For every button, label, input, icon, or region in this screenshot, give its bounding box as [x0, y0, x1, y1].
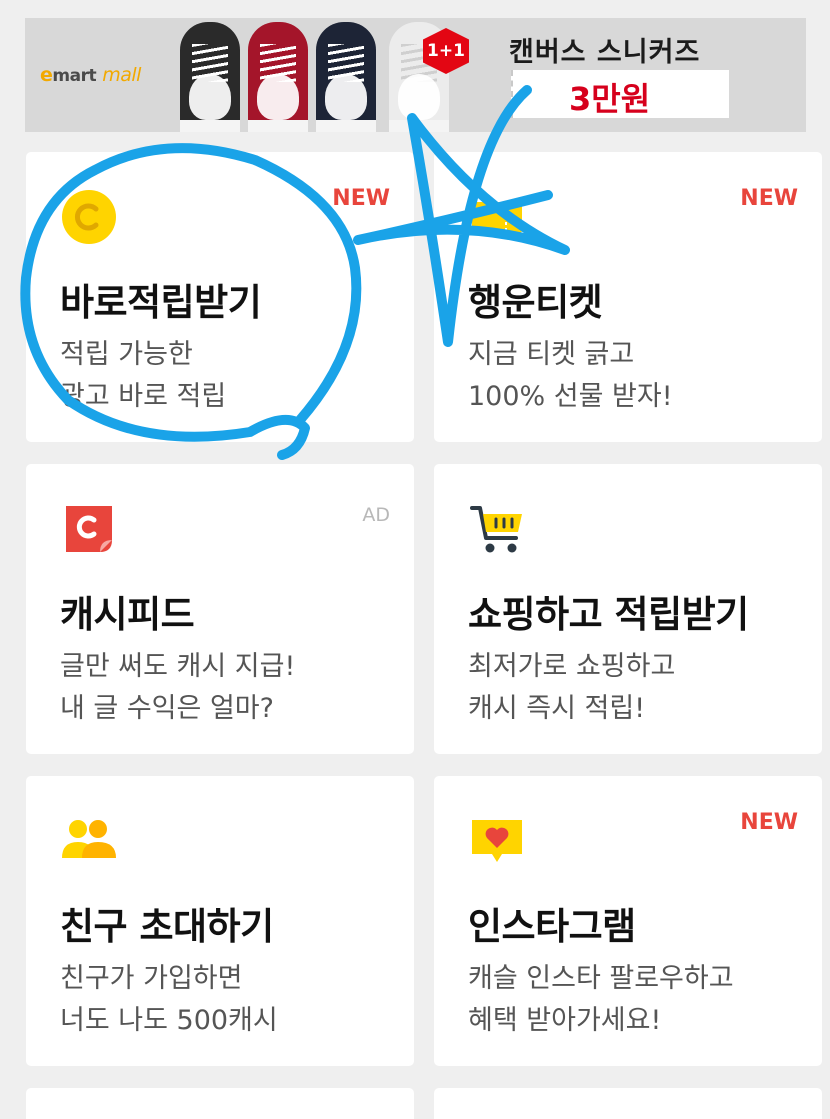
- coin-icon: [62, 190, 116, 244]
- new-badge: NEW: [740, 810, 798, 835]
- card-description: 지금 티켓 긁고 100% 선물 받자!: [468, 339, 673, 412]
- card-title: 쇼핑하고 적립받기: [468, 593, 749, 636]
- card-title: 친구 초대하기: [60, 905, 274, 948]
- banner-title: 캔버스 스니커즈: [509, 37, 701, 68]
- friends-icon: [62, 820, 116, 858]
- new-badge: NEW: [332, 186, 390, 211]
- card-description: 캐슬 인스타 팔로우하고 혜택 받아가세요!: [468, 963, 734, 1036]
- ticket-icon: [472, 202, 522, 234]
- card-title: 행운티켓: [468, 281, 603, 324]
- shopping-cart-icon: [470, 506, 522, 553]
- shoe-black-image: [180, 22, 240, 132]
- card-description: 적립 가능한 광고 바로 적립: [60, 339, 227, 412]
- banner-price: 3만원: [569, 80, 651, 118]
- card-instagram[interactable]: NEW 인스타그램 캐슬 인스타 팔로우하고 혜택 받아가세요!: [434, 776, 822, 1066]
- card-description: 최저가로 쇼핑하고 캐시 즉시 적립!: [468, 651, 676, 724]
- card-description: 글만 써도 캐시 지급! 내 글 수익은 얼마?: [60, 651, 296, 724]
- card-title: 캐시피드: [60, 593, 195, 636]
- cashfeed-icon: [66, 506, 112, 552]
- shoe-navy-image: [316, 22, 376, 132]
- card-invite-friends[interactable]: 친구 초대하기 친구가 가입하면 너도 나도 500캐시: [26, 776, 414, 1066]
- card-partial-left[interactable]: [26, 1088, 414, 1119]
- card-title: 인스타그램: [468, 905, 636, 948]
- card-description: 친구가 가입하면 너도 나도 500캐시: [60, 963, 278, 1036]
- heart-message-icon: [472, 820, 522, 862]
- promo-banner[interactable]: emart mall 1+1 캔버스 스니커즈 3만원: [25, 18, 806, 132]
- price-coupon: 3만원: [511, 70, 729, 118]
- card-shopping-reward[interactable]: 쇼핑하고 적립받기 최저가로 쇼핑하고 캐시 즉시 적립!: [434, 464, 822, 754]
- ad-badge: AD: [362, 504, 390, 526]
- card-instant-reward[interactable]: NEW 바로적립받기 적립 가능한 광고 바로 적립: [26, 152, 414, 442]
- shoe-red-image: [248, 22, 308, 132]
- card-lucky-ticket[interactable]: NEW 행운티켓 지금 티켓 긁고 100% 선물 받자!: [434, 152, 822, 442]
- emart-mall-logo: emart mall: [40, 64, 141, 86]
- card-partial-right[interactable]: [434, 1088, 822, 1119]
- card-cashfeed[interactable]: AD 캐시피드 글만 써도 캐시 지급! 내 글 수익은 얼마?: [26, 464, 414, 754]
- card-title: 바로적립받기: [60, 281, 262, 324]
- new-badge: NEW: [740, 186, 798, 211]
